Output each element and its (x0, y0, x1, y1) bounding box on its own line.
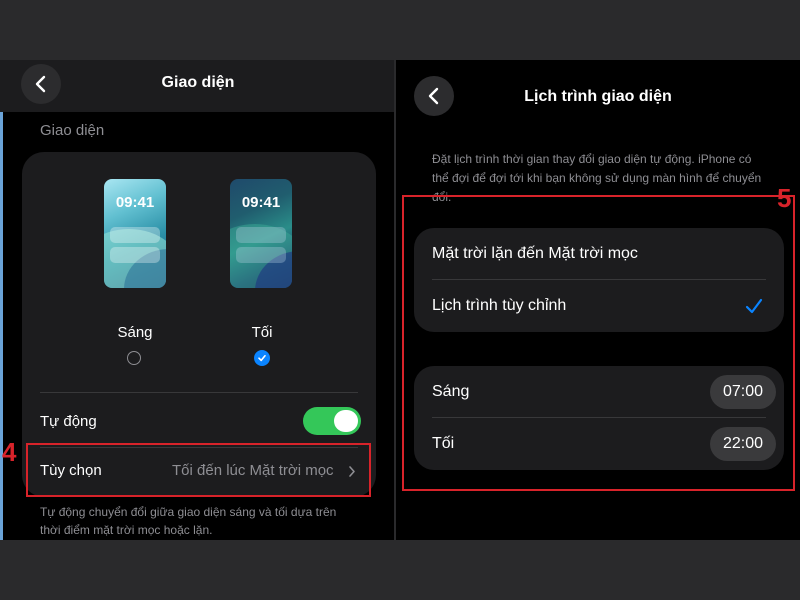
dark-mode-label: Tối (251, 324, 273, 341)
appearance-screen: Giao diện Giao diện 09:41 09:41 Sáng Tối… (0, 60, 394, 540)
auto-description: Tự động chuyển đổi giữa giao diện sáng v… (40, 505, 337, 537)
divider (40, 392, 358, 393)
chevron-left-icon (35, 75, 46, 93)
annotation-highlight-box (402, 195, 795, 491)
auto-label: Tự động (40, 413, 97, 430)
toggle-knob (334, 410, 358, 432)
preview-widget (236, 247, 286, 263)
preview-widget (110, 227, 160, 243)
window-edge (0, 60, 3, 540)
chevron-left-icon (428, 87, 439, 105)
dark-mode-preview[interactable]: 09:41 (230, 179, 292, 288)
step-number-label: 4 (2, 437, 17, 467)
preview-time: 09:41 (115, 194, 155, 211)
page-title: Lịch trình giao diện (524, 88, 672, 105)
annotation-highlight-box (26, 443, 371, 497)
step-number-label: 5 (777, 183, 792, 213)
preview-widget (110, 247, 160, 263)
checkmark-icon (258, 354, 266, 362)
navigation-bar: Giao diện (0, 60, 394, 112)
auto-toggle[interactable] (303, 407, 361, 435)
preview-time: 09:41 (241, 194, 281, 211)
dark-mode-radio[interactable] (254, 350, 270, 366)
light-mode-label: Sáng (117, 324, 153, 341)
light-mode-preview[interactable]: 09:41 (104, 179, 166, 288)
page-title: Giao diện (161, 74, 235, 91)
appearance-schedule-screen: Lịch trình giao diện Đặt lịch trình thời… (396, 60, 800, 540)
back-button[interactable] (21, 64, 61, 104)
back-button[interactable] (414, 76, 454, 116)
section-label: Giao diện (40, 122, 105, 139)
preview-widget (236, 227, 286, 243)
light-mode-radio[interactable] (127, 351, 141, 365)
